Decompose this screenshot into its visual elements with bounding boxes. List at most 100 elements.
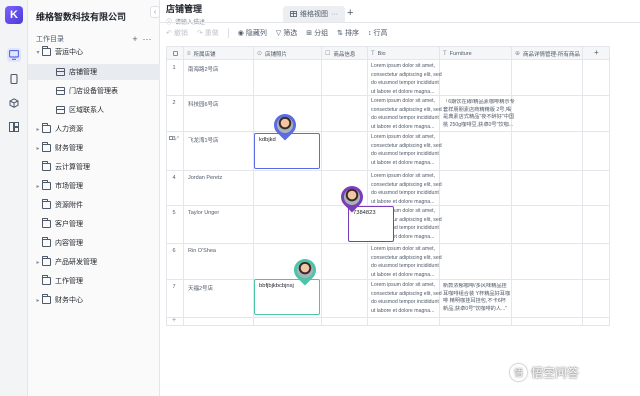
- bio-cell[interactable]: Lorem ipsum dolor sit amet, consectetur a…: [371, 133, 447, 169]
- undo-button[interactable]: ↶ 撤销: [166, 28, 188, 38]
- tab-grid-view[interactable]: 维格视图 ···: [283, 6, 345, 22]
- directory-item-label: 市场管理: [55, 183, 83, 190]
- column-header[interactable]: ≡ 所属店铺: [183, 47, 253, 60]
- column-divider: [321, 47, 322, 325]
- cube-icon[interactable]: [7, 96, 21, 110]
- store-name-cell[interactable]: Jordan Peretz: [188, 175, 252, 181]
- column-header[interactable]: T Furniture: [439, 47, 511, 60]
- directory-item[interactable]: 区域联系人: [28, 102, 160, 118]
- store-name-cell[interactable]: 南海路2号店: [188, 65, 252, 73]
- bio-line: ut labore et dolore magna...: [371, 123, 435, 130]
- watermark-text: 悟空问答: [531, 366, 580, 380]
- bio-line: consectetur adipiscing elit, sed: [371, 106, 442, 113]
- caret-right-icon[interactable]: ▸: [34, 297, 42, 304]
- workbench-icon[interactable]: [7, 48, 21, 62]
- store-name-cell[interactable]: 飞龙湾1号店: [188, 136, 252, 144]
- group-button[interactable]: ⊞ 分组: [306, 28, 328, 38]
- row-number[interactable]: 5: [167, 210, 181, 216]
- row-number[interactable]: 7: [167, 284, 181, 290]
- row-number[interactable]: 4: [167, 175, 181, 181]
- row-number[interactable]: 1: [167, 65, 181, 71]
- directory-item[interactable]: ▸ 财务中心: [28, 292, 160, 308]
- avatar: [297, 262, 313, 278]
- directory-item[interactable]: ▸ 产品研发管理: [28, 254, 160, 270]
- bio-line: ut labore et dolore magna...: [371, 88, 435, 95]
- directory-item[interactable]: 工作管理: [28, 273, 160, 289]
- caret-right-icon[interactable]: ▸: [34, 259, 42, 266]
- caret-down-icon[interactable]: ▾: [34, 49, 42, 56]
- column-header[interactable]: ⊙ 店铺照片: [253, 47, 321, 60]
- bio-cell[interactable]: Lorem ipsum dolor sit amet, consectetur a…: [371, 97, 447, 130]
- row-height-button[interactable]: ↕ 行高: [368, 28, 388, 38]
- add-column-button[interactable]: +: [594, 48, 599, 57]
- bio-line: do eiusmod tempor incididunt: [371, 115, 439, 121]
- directory-item[interactable]: 资源附件: [28, 197, 160, 213]
- directory-item[interactable]: 云计算管理: [28, 159, 160, 175]
- bio-line: do eiusmod tempor incididunt: [371, 190, 439, 196]
- bio-cell[interactable]: Lorem ipsum dolor sit amet, consectetur a…: [371, 245, 447, 278]
- directory-item[interactable]: ▾ 营运中心: [28, 44, 160, 60]
- field-type-icon: ≡: [187, 50, 191, 57]
- row-number[interactable]: 2: [167, 100, 181, 106]
- bio-line: ut labore et dolore magna...: [371, 307, 435, 314]
- row-number[interactable]: 6: [167, 248, 181, 254]
- store-name-cell[interactable]: 天福2号店: [188, 284, 252, 292]
- row-divider: [167, 243, 609, 244]
- folder-icon: [42, 256, 51, 266]
- sheet-name[interactable]: 店铺管理: [166, 2, 205, 15]
- row-expand-icon[interactable]: ⤢: [169, 136, 179, 143]
- filter-button[interactable]: ▽ 筛选: [276, 28, 297, 38]
- sort-button[interactable]: ⇅ 排序: [337, 28, 359, 38]
- bio-line: consectetur adipiscing elit, sed: [371, 71, 442, 78]
- add-view-button[interactable]: +: [347, 7, 353, 19]
- directory-item[interactable]: 店铺管理: [28, 64, 160, 80]
- add-node-button[interactable]: +: [130, 34, 140, 44]
- collapse-panel-button[interactable]: ‹: [150, 6, 160, 18]
- folder-icon: [42, 161, 51, 171]
- column-divider: [183, 47, 184, 325]
- directory-item-label: 客户管理: [55, 221, 83, 228]
- caret-right-icon[interactable]: ▸: [34, 183, 42, 190]
- editing-cell[interactable]: bbfjbjkbcbjnsj: [254, 279, 320, 315]
- mobile-icon[interactable]: [7, 72, 21, 86]
- bio-cell[interactable]: Lorem ipsum dolor sit amet, consectetur a…: [371, 62, 447, 94]
- field-type-icon: ⊕: [515, 51, 521, 57]
- tab-more-icon[interactable]: ···: [331, 11, 338, 18]
- store-name-cell[interactable]: Taylor Unger: [188, 210, 252, 216]
- directory-item[interactable]: 内容管理: [28, 235, 160, 251]
- hide-columns-button[interactable]: ◉ 隐藏列: [238, 28, 267, 38]
- caret-right-icon[interactable]: ▸: [34, 145, 42, 152]
- template-icon[interactable]: [7, 120, 21, 134]
- redo-button[interactable]: ↷ 重做: [197, 28, 219, 38]
- bio-line: consectetur adipiscing elit, sed: [371, 290, 442, 297]
- row-divider: [167, 131, 609, 132]
- column-header[interactable]: ☐ 商品信息: [321, 47, 367, 60]
- directory-item[interactable]: 客户管理: [28, 216, 160, 232]
- bio-cell[interactable]: Lorem ipsum dolor sit amet, consectetur a…: [371, 281, 447, 316]
- directory-item[interactable]: ▸ 市场管理: [28, 178, 160, 194]
- caret-right-icon[interactable]: ▸: [34, 126, 42, 133]
- add-row-button[interactable]: +: [172, 317, 176, 324]
- app-logo: K: [5, 6, 23, 24]
- editing-cell[interactable]: 7384823: [348, 206, 394, 242]
- column-header-label: Bio: [377, 50, 386, 57]
- furniture-cell[interactable]: 新款浓郁咖啡/多风味精品挂 耳咖啡组合装 Y杯精品好耳咖啡 精明咖挂耳挂包,不卡6…: [443, 283, 515, 313]
- directory-panel: 维格智数科技有限公司 工作目录 + ··· ▾ 营运中心 店铺管理 门店设备管理表 区域…: [28, 0, 160, 396]
- group-icon: ⊞: [306, 30, 313, 37]
- directory-more-button[interactable]: ···: [140, 34, 154, 44]
- column-header[interactable]: ⊕ 商品详情管理-所有商品: [511, 47, 582, 60]
- undo-icon: ↶: [166, 30, 172, 37]
- furniture-cell[interactable]: 「6期饮在線/精品素咖啡精示专 套样朋朋素店商精精版 2号,喝 是典素店式精品"夜不…: [443, 99, 515, 129]
- bio-cell[interactable]: Lorem ipsum dolor sit amet, consectetur a…: [371, 172, 447, 204]
- column-header-label: 店铺照片: [265, 51, 288, 58]
- field-type-icon: ⊙: [257, 51, 263, 57]
- tab-grid-view-label: 维格视图: [300, 11, 328, 18]
- directory-item[interactable]: 门店设备管理表: [28, 83, 160, 99]
- directory-item[interactable]: ▸ 财务管理: [28, 140, 160, 156]
- store-name-cell[interactable]: Rin O'Shea: [188, 248, 252, 254]
- column-header[interactable]: T Bio: [367, 47, 439, 60]
- row-divider: [167, 170, 609, 171]
- select-all-checkbox[interactable]: [169, 47, 181, 60]
- directory-item[interactable]: ▸ 人力资源: [28, 121, 160, 137]
- store-name-cell[interactable]: 科技园6号店: [188, 100, 252, 108]
